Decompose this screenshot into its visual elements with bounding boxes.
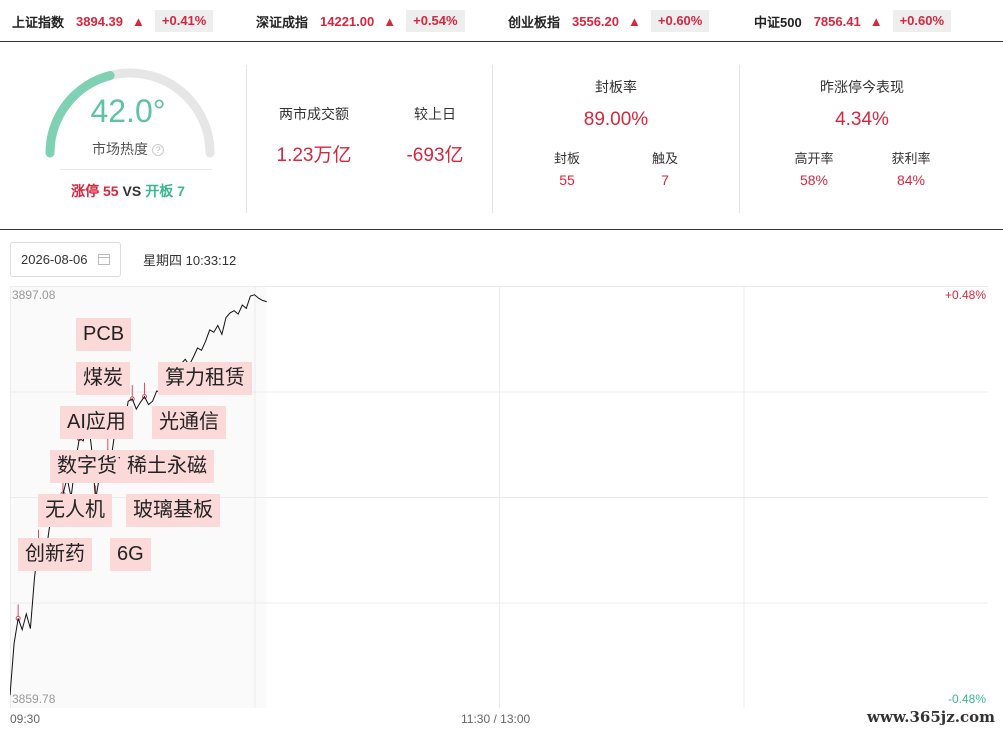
high-open-value: 58% <box>799 172 829 188</box>
sector-tag[interactable]: 光通信 <box>152 406 226 439</box>
sealed-label: 封板 <box>553 151 580 166</box>
index-item-sse[interactable]: 上证指数 3894.39 ▲ +0.41% <box>12 10 214 32</box>
index-change: +0.54% <box>406 10 465 32</box>
sector-tag[interactable]: 创新药 <box>18 538 92 571</box>
index-ticker-bar: 上证指数 3894.39 ▲ +0.41% 深证成指 14221.00 ▲ +0… <box>0 0 1003 42</box>
divider <box>739 65 740 213</box>
heat-label-row: 市场热度? <box>40 139 216 159</box>
up-arrow-icon: ▲ <box>869 13 883 29</box>
touched-label: 触及 <box>651 151 678 166</box>
compare-value: -693亿 <box>406 145 464 166</box>
heat-label: 市场热度 <box>92 141 148 157</box>
index-value: 7856.41 <box>813 13 861 29</box>
profit-label: 获利率 <box>891 151 931 166</box>
up-arrow-icon: ▲ <box>383 13 397 29</box>
index-item-chinext[interactable]: 创业板指 3556.20 ▲ +0.60% <box>508 10 710 32</box>
divider <box>246 65 247 213</box>
divider <box>492 65 493 213</box>
sector-tag[interactable]: 无人机 <box>38 494 112 527</box>
index-change: +0.41% <box>154 10 214 32</box>
sector-tag[interactable]: 稀土永磁 <box>120 450 214 483</box>
pct-top-label: +0.48% <box>944 288 986 302</box>
calendar-icon <box>98 254 110 265</box>
sector-tag[interactable]: 煤炭 <box>76 362 130 395</box>
index-value: 3556.20 <box>572 13 620 29</box>
index-name: 中证500 <box>754 14 802 30</box>
watermark: www.365jz.com <box>867 708 995 726</box>
touched-value: 7 <box>661 172 669 188</box>
index-item-csi500[interactable]: 中证500 7856.41 ▲ +0.60% <box>754 10 952 32</box>
index-name: 上证指数 <box>12 14 65 30</box>
market-stats-panel: 42.0° 市场热度? 涨停 55 VS 开板 7 两市成交额 1.23万亿 较上日… <box>0 47 1003 230</box>
vs-text: VS <box>122 183 142 199</box>
turnover-label: 两市成交额 <box>279 106 349 122</box>
index-name: 深证成指 <box>256 14 309 30</box>
pct-bottom-label: -0.48% <box>947 692 986 706</box>
sector-tag[interactable]: 算力租赁 <box>158 362 252 395</box>
sector-tag[interactable]: 玻璃基板 <box>126 494 220 527</box>
date-picker[interactable]: 2026-08-06 <box>10 242 121 277</box>
x-mid-label: 11:30 / 13:00 <box>461 712 531 726</box>
index-name: 创业板指 <box>508 14 561 30</box>
index-change: +0.60% <box>892 10 952 32</box>
heat-value: 42.0° <box>90 93 166 129</box>
seal-rate-value: 89.00% <box>583 109 649 130</box>
limit-up-count: 涨停 55 <box>71 183 119 199</box>
info-icon[interactable]: ? <box>152 144 164 157</box>
intraday-chart[interactable]: 3897.08 3859.78 +0.48% -0.48% PCB 煤炭 算力租赁 A… <box>10 286 988 708</box>
divider <box>60 169 212 170</box>
sector-tag[interactable]: AI应用 <box>60 406 133 439</box>
y-bottom-label: 3859.78 <box>12 692 56 706</box>
datetime-text: 星期四 10:33:12 <box>143 253 237 268</box>
date-value: 2026-08-06 <box>21 252 88 267</box>
up-arrow-icon: ▲ <box>132 13 145 29</box>
profit-value: 84% <box>896 172 926 188</box>
sector-tag[interactable]: 6G <box>110 538 151 571</box>
x-start-label: 09:30 <box>10 712 41 726</box>
index-item-szse[interactable]: 深证成指 14221.00 ▲ +0.54% <box>256 10 465 32</box>
y-top-label: 3897.08 <box>12 288 56 302</box>
index-value: 14221.00 <box>320 13 375 29</box>
open-board-count: 开板 7 <box>145 183 185 199</box>
sealed-value: 55 <box>559 172 575 188</box>
yesterday-value: 4.34% <box>835 109 889 130</box>
up-arrow-icon: ▲ <box>628 13 641 29</box>
seal-rate-label: 封板率 <box>595 79 637 95</box>
sector-tag[interactable]: PCB <box>76 318 132 351</box>
turnover-value: 1.23万亿 <box>276 145 352 166</box>
index-value: 3894.39 <box>76 13 124 29</box>
compare-label: 较上日 <box>414 106 456 122</box>
limit-vs-open: 涨停 55 VS 开板 7 <box>40 181 216 201</box>
yesterday-label: 昨涨停今表现 <box>820 79 904 95</box>
high-open-label: 高开率 <box>794 151 834 166</box>
index-change: +0.60% <box>650 10 710 32</box>
